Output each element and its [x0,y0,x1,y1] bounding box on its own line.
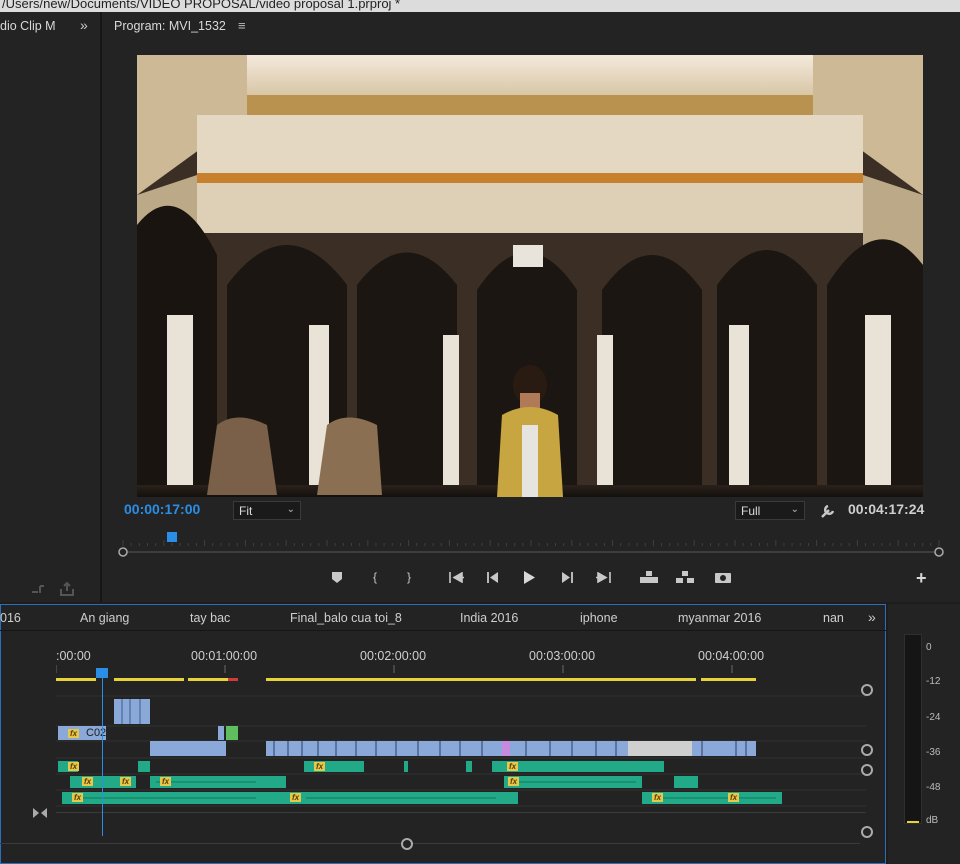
expand-panels-icon[interactable]: » [80,17,88,33]
divider [0,630,886,631]
fx-badge: fx [290,793,301,802]
play-button[interactable] [518,568,540,586]
sequence-tab[interactable]: iphone [580,611,618,625]
fx-badge: fx [68,762,79,771]
sequence-tab[interactable]: India 2016 [460,611,518,625]
transport-controls: { } [326,568,746,588]
scroll-track [0,843,860,844]
vertical-scroll-handle[interactable] [861,744,873,756]
marker-icon [332,571,342,583]
playback-resolution-value: Full [741,504,761,518]
fx-badge: fx [120,777,131,786]
fx-badge: fx [72,793,83,802]
export-icon[interactable] [58,581,76,597]
fx-badge: fx [314,762,325,771]
go-to-in-button[interactable] [446,568,468,586]
chevron-down-icon: ⌄ [790,504,799,515]
chevron-down-icon: ⌄ [286,504,295,515]
ruler-label: 00:03:00:00 [529,649,596,663]
ruler-end-handle [934,547,944,557]
vertical-scroll-handle[interactable] [861,684,873,696]
fx-badge: fx [728,793,739,802]
vertical-scroll-handle[interactable] [861,826,873,838]
go-to-in-icon [449,571,464,583]
meter-scale-label: -12 [926,676,941,687]
fx-badge: fx [160,777,171,786]
extract-icon [676,570,694,583]
collapse-tracks-icon[interactable] [33,808,47,818]
zoom-level-value: Fit [239,504,253,518]
step-back-button[interactable] [482,568,504,586]
render-bar [56,678,756,681]
wrench-icon[interactable] [818,502,836,520]
meter-scale-label: 0 [926,642,932,653]
level-meter [904,634,922,824]
lift-icon [640,570,658,583]
timeline-playhead-line [102,678,103,836]
step-forward-icon [562,571,573,583]
sequence-tab[interactable]: tay bac [190,611,230,625]
go-to-out-icon [596,571,611,583]
horizontal-scroll-handle[interactable] [401,838,413,850]
ruler-label: 00:02:00:00 [360,649,427,663]
duration-timecode: 00:04:17:24 [848,501,925,517]
timeline-playhead-head[interactable] [96,668,108,678]
sequence-tab[interactable]: nan [823,611,844,625]
fx-badge: fx [68,729,79,738]
meter-scale-label: -24 [926,712,941,723]
add-marker-button[interactable] [326,568,348,586]
sequence-tabs: 016 An giang tay bac Final_balo cua toi_… [0,611,860,629]
track-clips [56,695,866,813]
sequence-tab[interactable]: 016 [0,611,21,625]
meter-scale-label: -48 [926,782,941,793]
step-forward-button[interactable] [556,568,578,586]
horizontal-scrollbar[interactable] [0,838,870,850]
go-to-out-button[interactable] [592,568,614,586]
program-monitor-title[interactable]: Program: MVI_1532 [114,19,226,33]
ruler-ticks [56,665,733,673]
export-frame-button[interactable] [712,568,734,586]
meter-unit-label: dB [926,815,939,826]
panel-menu-icon[interactable]: ≡ [238,18,246,33]
fx-badge: fx [82,777,93,786]
timeline-tracks[interactable]: fx C02 fx fx fx fx fx fx fx fx fx fx fx [56,688,866,823]
level-meter-peak [907,821,919,823]
play-icon [524,570,535,584]
fx-badge: fx [652,793,663,802]
audio-clip-mixer-panel: dio Clip M » [0,12,102,602]
vertical-scroll-handle[interactable] [861,764,873,776]
ruler-end-handle [118,547,128,557]
mark-out-button[interactable]: } [398,568,420,586]
audio-meter-icon[interactable] [30,582,46,596]
camera-icon [715,573,731,583]
panel-title[interactable]: dio Clip M [0,19,56,33]
sequence-tab[interactable]: myanmar 2016 [678,611,761,625]
fx-badge: fx [508,777,519,786]
sequence-tab[interactable]: An giang [80,611,129,625]
program-time-ruler[interactable] [118,532,944,558]
sequence-tab[interactable]: Final_balo cua toi_8 [290,611,402,625]
current-timecode[interactable]: 00:00:17:00 [124,501,200,517]
audio-meters-panel: 0 -12 -24 -36 -48 dB [888,604,960,864]
playback-resolution-select[interactable]: Full ⌄ [735,501,805,520]
fx-badge: fx [507,762,518,771]
window-title: /Users/new/Documents/VIDEO PROPOSAL/vide… [0,0,960,12]
zoom-level-select[interactable]: Fit ⌄ [233,501,301,520]
playhead[interactable] [166,532,177,542]
extract-button[interactable] [674,568,696,586]
lift-button[interactable] [638,568,660,586]
button-editor-add-button[interactable]: + [916,568,927,589]
more-tabs-icon[interactable]: » [868,609,876,625]
ruler-label: 00:01:00:00 [191,649,258,663]
step-back-icon [487,571,498,583]
clip-name: C02 [86,727,107,739]
ruler-label: 00:04:00:00 [698,649,765,663]
mark-in-button[interactable]: { [364,568,386,586]
time-ruler-ticks [118,540,944,557]
meter-scale-label: -36 [926,747,941,758]
ruler-label: :00:00 [56,649,91,663]
program-video-frame [137,55,923,497]
